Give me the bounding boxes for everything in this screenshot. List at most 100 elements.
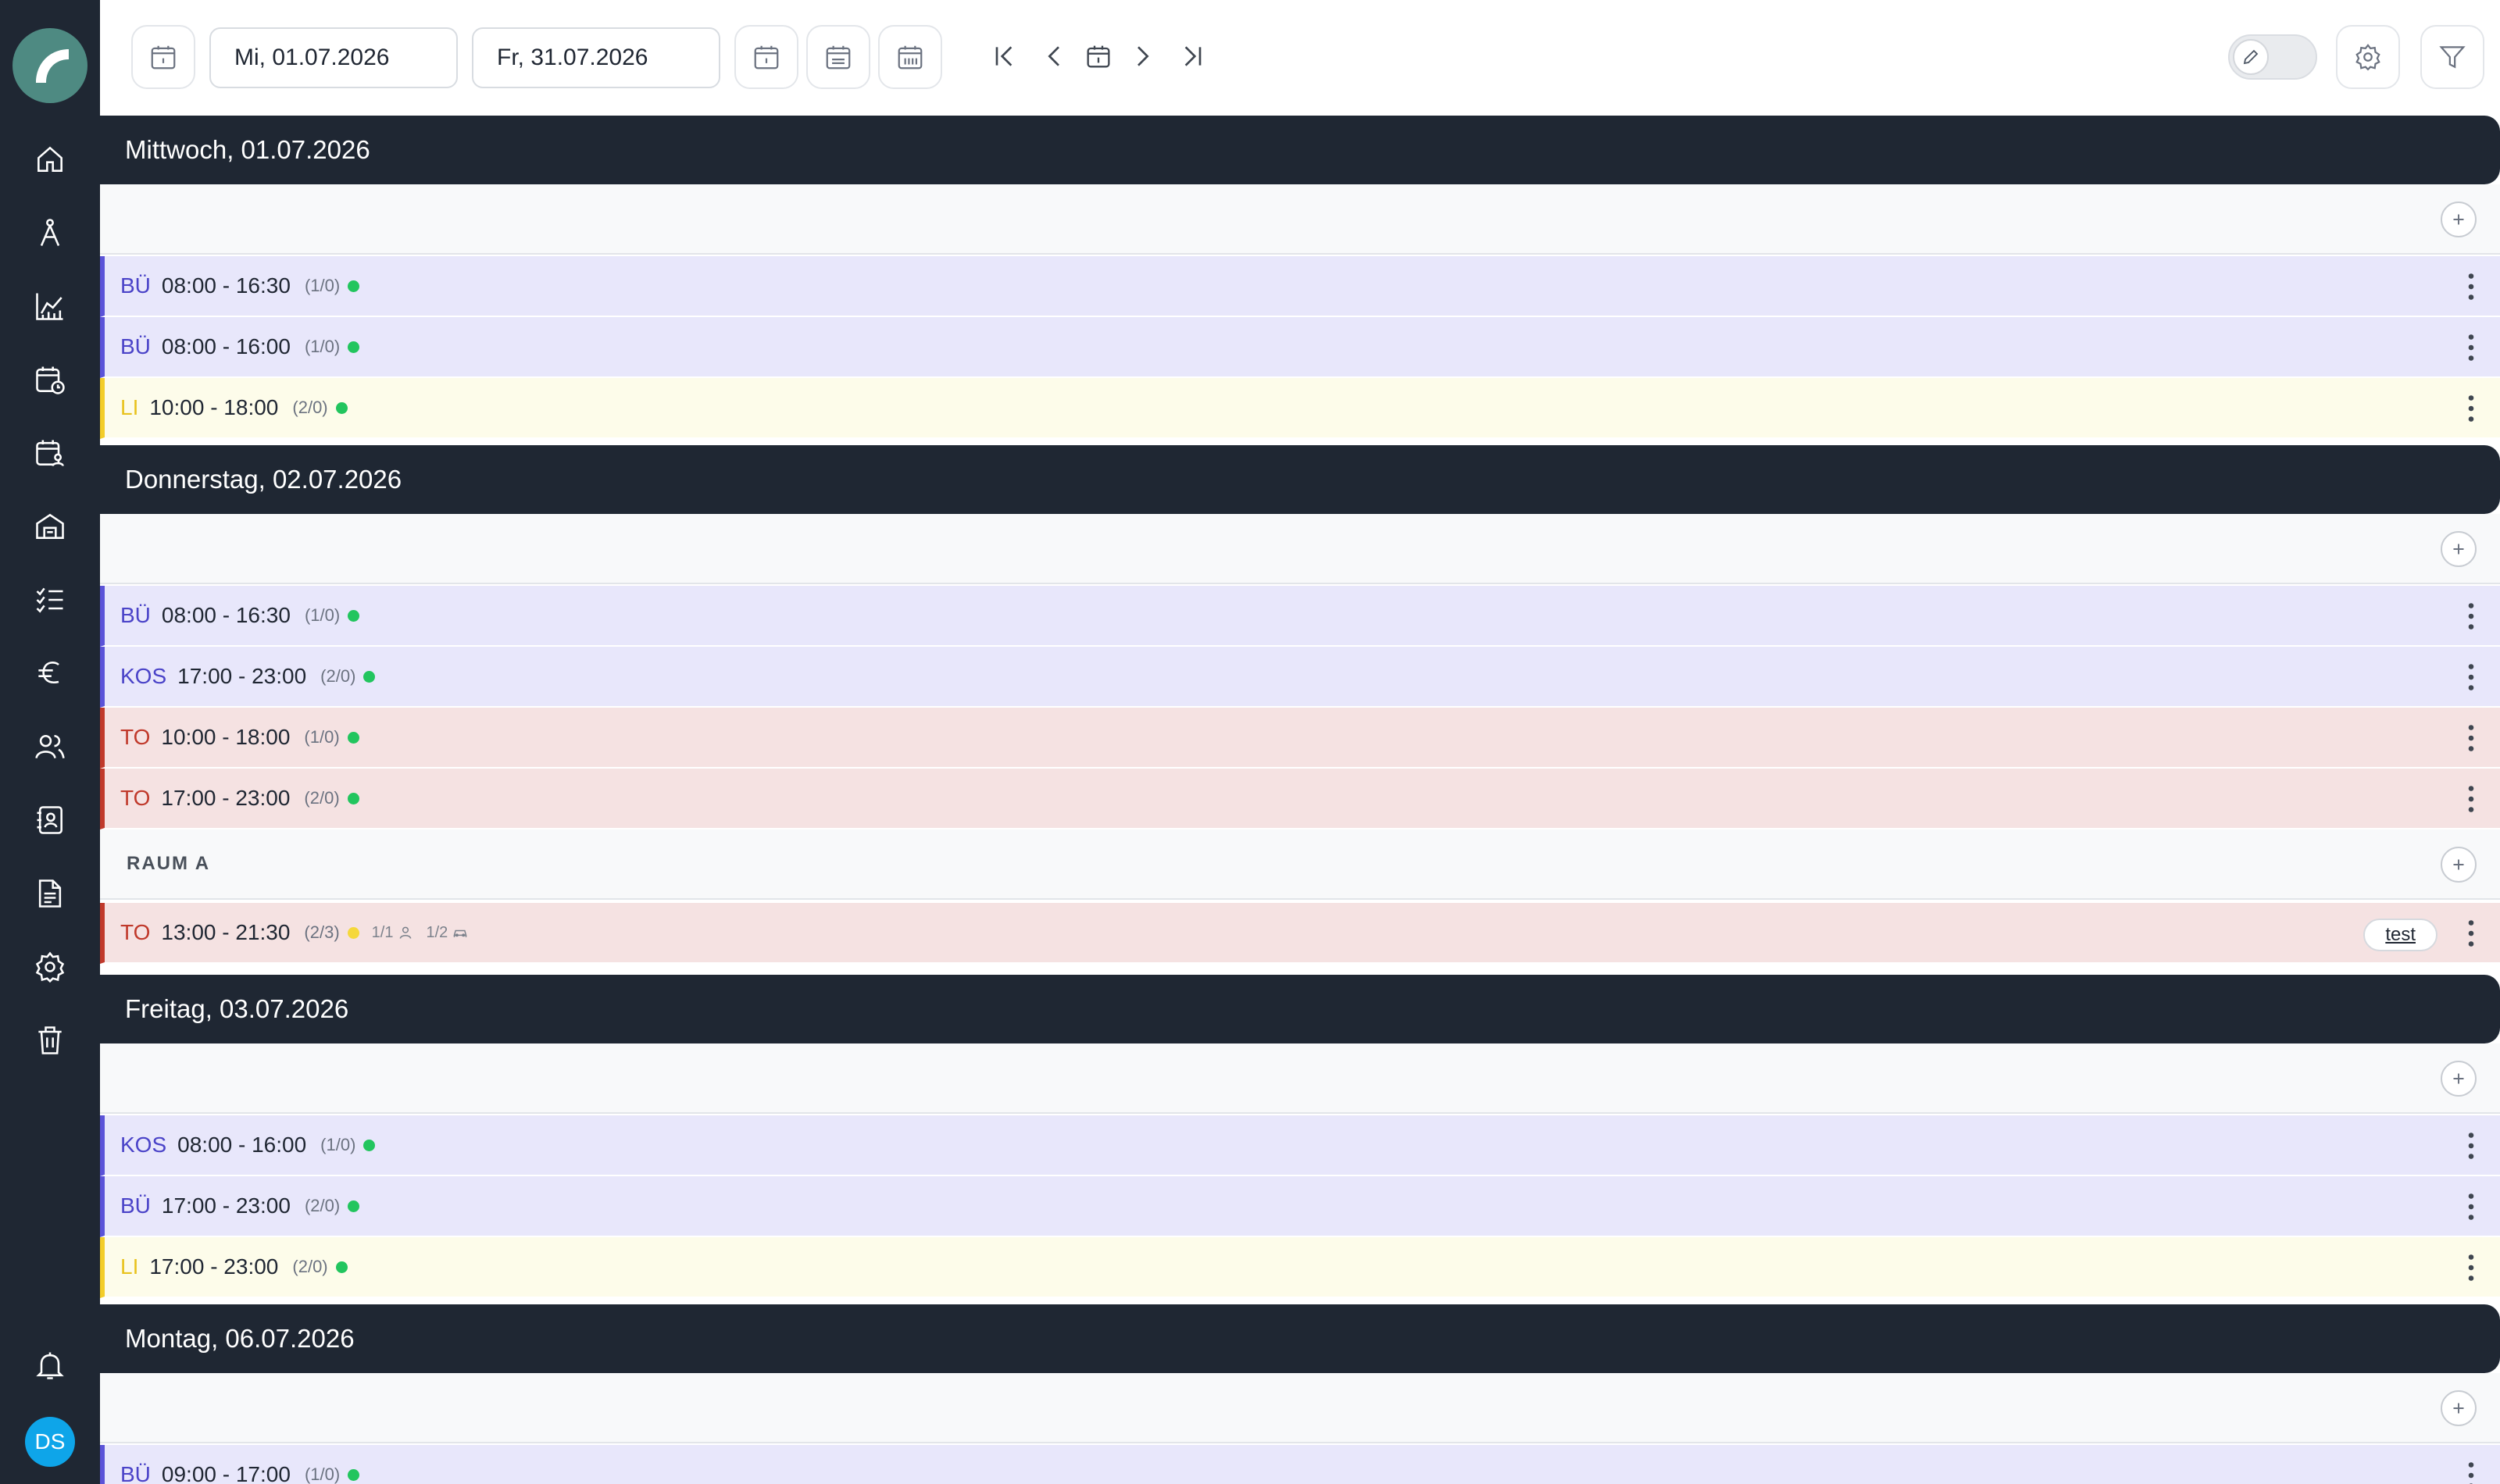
calendar-week-icon (826, 45, 851, 70)
filter-button[interactable] (2420, 25, 2484, 89)
avatar[interactable]: DS (25, 1417, 75, 1467)
sidebar-item-calendar-clock[interactable] (31, 361, 69, 398)
sidebar-item-trash[interactable] (31, 1022, 69, 1059)
more-options-button[interactable] (2459, 269, 2483, 305)
staff-count-value: 1/1 (371, 923, 394, 941)
add-shift-button[interactable] (2441, 202, 2477, 237)
sidebar-item-checklist[interactable] (31, 581, 69, 619)
more-options-button[interactable] (2459, 1189, 2483, 1225)
last-page-button[interactable] (1173, 34, 1211, 78)
shift-time: 17:00 - 23:00 (161, 1193, 291, 1218)
more-options-button[interactable] (2459, 659, 2483, 695)
group-row (100, 514, 2500, 584)
month-view-button[interactable] (878, 25, 942, 89)
group-row: RAUM A (100, 829, 2500, 900)
sidebar-item-settings[interactable] (31, 948, 69, 986)
status-dot (363, 1139, 376, 1151)
shift-row[interactable]: BÜ 09:00 - 17:00 (1/0) (100, 1445, 2500, 1484)
add-shift-button[interactable] (2441, 1390, 2477, 1426)
shift-count: (2/0) (320, 666, 356, 686)
pencil-icon (2243, 49, 2259, 65)
edit-mode-toggle[interactable] (2228, 34, 2317, 80)
kebab-icon (2468, 334, 2474, 361)
today-button[interactable] (1080, 34, 1117, 78)
sidebar-item-compass[interactable] (31, 214, 69, 251)
shift-row[interactable]: TO 13:00 - 21:30 (2/3) 1/1 1/2 test (100, 903, 2500, 964)
kebab-icon (2468, 920, 2474, 947)
more-options-button[interactable] (2459, 781, 2483, 817)
shift-count: (1/0) (304, 1464, 341, 1484)
sidebar-item-calendar-user[interactable] (31, 434, 69, 472)
sidebar-item-home[interactable] (31, 141, 69, 178)
more-options-button[interactable] (2459, 720, 2483, 756)
sidebar-item-finance[interactable] (31, 655, 69, 692)
more-options-button[interactable] (2459, 1128, 2483, 1164)
tag-badge[interactable]: test (2363, 919, 2438, 951)
start-date-input[interactable]: Mi, 01.07.2026 (209, 27, 458, 88)
add-shift-button[interactable] (2441, 531, 2477, 567)
more-options-button[interactable] (2459, 330, 2483, 366)
shift-row[interactable]: TO 17:00 - 23:00 (2/0) (100, 769, 2500, 829)
shift-code: KOS (120, 1133, 167, 1157)
kebab-icon (2468, 273, 2474, 300)
sidebar-item-building[interactable] (31, 508, 69, 545)
checklist-icon (36, 587, 63, 613)
kebab-icon (2468, 603, 2474, 630)
shift-row[interactable]: LI 10:00 - 18:00 (2/0) (100, 378, 2500, 439)
sidebar-item-users[interactable] (31, 728, 69, 765)
previous-button[interactable] (1036, 34, 1073, 78)
week-view-button[interactable] (806, 25, 870, 89)
sidebar-item-statistics[interactable] (31, 287, 69, 325)
chevron-last-icon (1184, 46, 1202, 66)
add-shift-button[interactable] (2441, 1061, 2477, 1097)
group-row (100, 1043, 2500, 1114)
more-options-button[interactable] (2459, 1457, 2483, 1484)
avatar-initials: DS (34, 1429, 66, 1454)
gear-icon (35, 951, 65, 983)
shift-count: (1/0) (304, 727, 340, 747)
settings-button[interactable] (2336, 25, 2400, 89)
more-options-button[interactable] (2459, 598, 2483, 634)
chevron-right-icon (1138, 46, 1149, 66)
day-view-button[interactable] (734, 25, 798, 89)
kebab-icon (2468, 1193, 2474, 1220)
next-button[interactable] (1123, 34, 1161, 78)
status-dot (335, 1261, 348, 1273)
shift-row[interactable]: KOS 08:00 - 16:00 (1/0) (100, 1115, 2500, 1176)
kebab-icon (2468, 1133, 2474, 1159)
more-options-button[interactable] (2459, 915, 2483, 951)
toggle-knob (2233, 39, 2269, 75)
more-options-button[interactable] (2459, 391, 2483, 426)
shift-time: 13:00 - 21:30 (161, 920, 291, 944)
notifications-button[interactable] (31, 1347, 69, 1384)
sidebar-item-contacts[interactable] (31, 801, 69, 839)
shift-code: LI (120, 395, 139, 419)
shift-count: (2/0) (304, 788, 340, 808)
shift-row[interactable]: BÜ 17:00 - 23:00 (2/0) (100, 1176, 2500, 1237)
calendar-today-button[interactable] (131, 25, 195, 89)
add-shift-button[interactable] (2441, 847, 2477, 883)
app-logo[interactable] (12, 28, 88, 103)
shift-time: 17:00 - 23:00 (149, 1254, 279, 1279)
shift-code: BÜ (120, 273, 151, 298)
kebab-icon (2468, 395, 2474, 422)
shift-row[interactable]: TO 10:00 - 18:00 (1/0) (100, 708, 2500, 769)
shift-row[interactable]: BÜ 08:00 - 16:00 (1/0) (100, 317, 2500, 378)
schedule-list: Mittwoch, 01.07.2026 BÜ 08:00 - 16:30 (1… (100, 116, 2500, 1484)
shift-row[interactable]: BÜ 08:00 - 16:30 (1/0) (100, 586, 2500, 647)
status-dot (363, 670, 376, 683)
users-icon (35, 734, 65, 759)
end-date-input[interactable]: Fr, 31.07.2026 (472, 27, 720, 88)
first-page-button[interactable] (986, 34, 1023, 78)
sidebar-item-documents[interactable] (31, 875, 69, 912)
group-label: RAUM A (127, 853, 211, 874)
shift-time: 09:00 - 17:00 (161, 1462, 291, 1484)
status-dot (335, 401, 348, 414)
more-options-button[interactable] (2459, 1250, 2483, 1286)
chart-icon (36, 293, 63, 320)
shift-row[interactable]: KOS 17:00 - 23:00 (2/0) (100, 647, 2500, 708)
shift-row[interactable]: LI 17:00 - 23:00 (2/0) (100, 1237, 2500, 1298)
status-dot (348, 280, 360, 292)
group-row (100, 184, 2500, 255)
shift-row[interactable]: BÜ 08:00 - 16:30 (1/0) (100, 256, 2500, 317)
